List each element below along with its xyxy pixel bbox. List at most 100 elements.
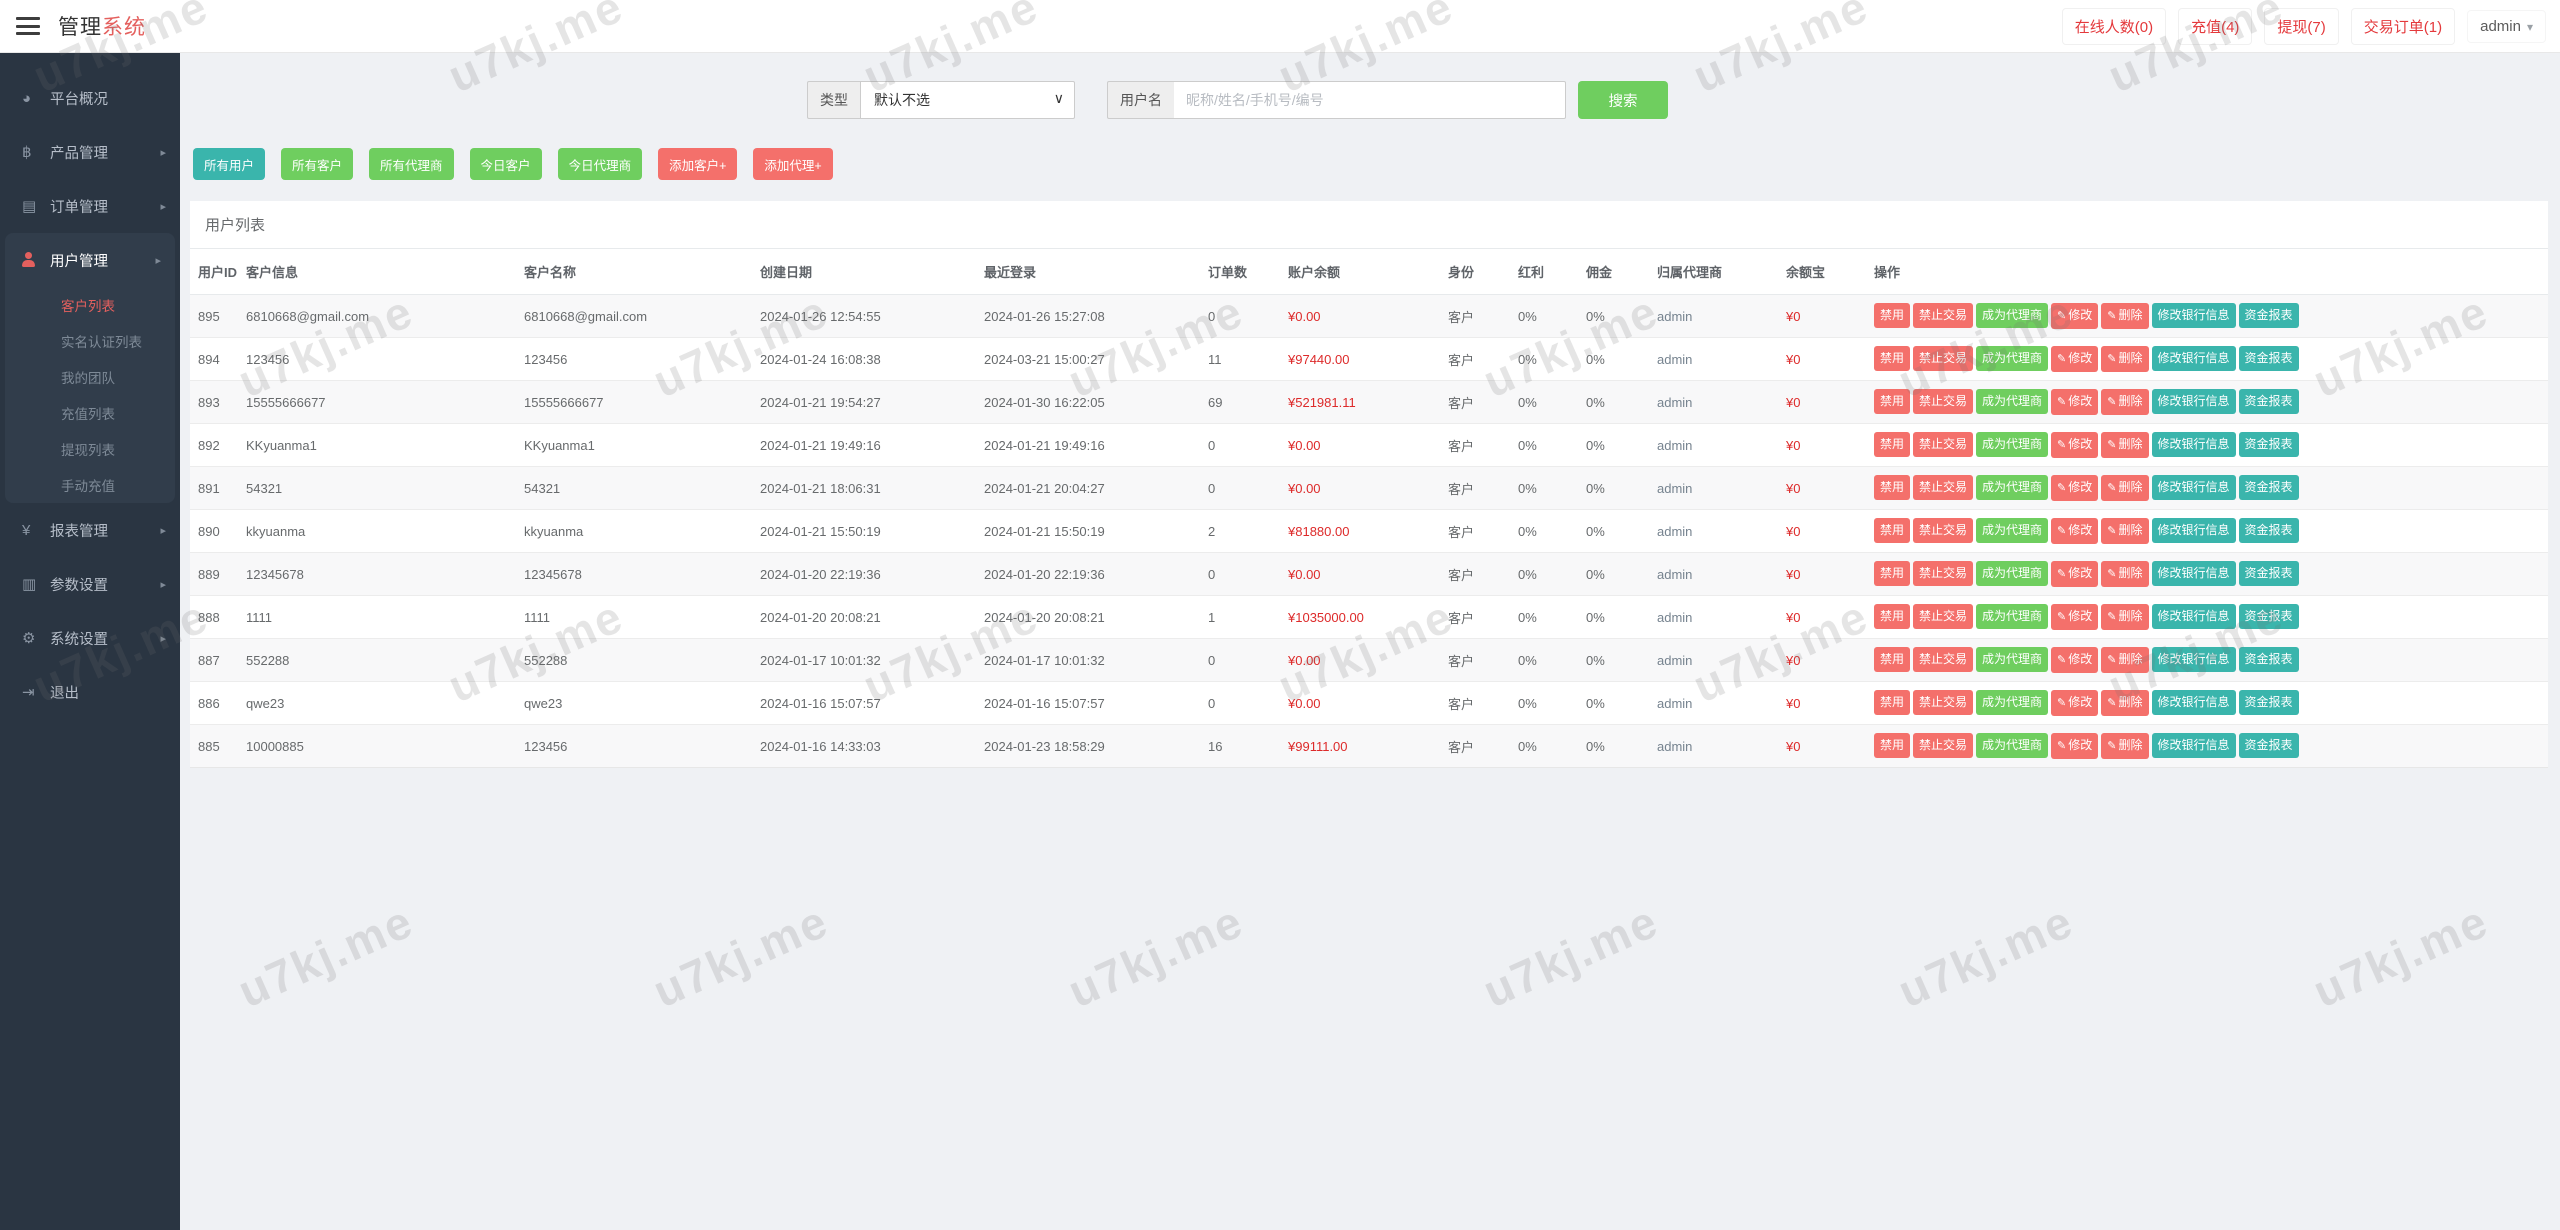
row-action-禁止交易[interactable]: 禁止交易 (1913, 432, 1973, 457)
row-action-资金报表[interactable]: 资金报表 (2239, 690, 2299, 715)
row-action-修改[interactable]: ✎修改 (2051, 604, 2098, 630)
topbar-link-3[interactable]: 交易订单(1) (2351, 8, 2455, 45)
quick-button-4[interactable]: 今日代理商 (558, 148, 643, 180)
row-action-修改银行信息[interactable]: 修改银行信息 (2152, 475, 2236, 500)
quick-button-2[interactable]: 所有代理商 (369, 148, 454, 180)
row-action-禁用[interactable]: 禁用 (1874, 733, 1910, 758)
row-action-删除[interactable]: ✎删除 (2101, 432, 2148, 458)
user-menu[interactable]: admin▾ (2467, 10, 2546, 43)
row-action-资金报表[interactable]: 资金报表 (2239, 389, 2299, 414)
row-action-成为代理商[interactable]: 成为代理商 (1976, 475, 2048, 500)
row-action-修改[interactable]: ✎修改 (2051, 690, 2098, 716)
sidebar-item-param-settings[interactable]: ▥参数设置▸ (0, 557, 180, 611)
row-action-禁用[interactable]: 禁用 (1874, 346, 1910, 371)
type-select[interactable]: 默认不选 (860, 81, 1075, 119)
row-action-资金报表[interactable]: 资金报表 (2239, 647, 2299, 672)
sidebar-item-system-settings[interactable]: ⚙系统设置▸ (0, 611, 180, 665)
topbar-link-1[interactable]: 充值(4) (2178, 8, 2252, 45)
sidebar-item-user-manage[interactable]: 用户管理▸ (5, 233, 175, 287)
row-action-删除[interactable]: ✎删除 (2101, 733, 2148, 759)
row-action-禁用[interactable]: 禁用 (1874, 690, 1910, 715)
row-action-禁止交易[interactable]: 禁止交易 (1913, 518, 1973, 543)
sidebar-item-logout[interactable]: ⇥退出 (0, 665, 180, 719)
quick-button-3[interactable]: 今日客户 (470, 148, 542, 180)
row-action-修改银行信息[interactable]: 修改银行信息 (2152, 389, 2236, 414)
row-action-禁用[interactable]: 禁用 (1874, 561, 1910, 586)
row-action-成为代理商[interactable]: 成为代理商 (1976, 647, 2048, 672)
row-action-资金报表[interactable]: 资金报表 (2239, 604, 2299, 629)
row-action-成为代理商[interactable]: 成为代理商 (1976, 432, 2048, 457)
row-action-删除[interactable]: ✎删除 (2101, 303, 2148, 329)
sidebar-item-report-manage[interactable]: ¥报表管理▸ (0, 503, 180, 557)
username-input[interactable] (1174, 81, 1566, 119)
row-action-删除[interactable]: ✎删除 (2101, 389, 2148, 415)
row-action-删除[interactable]: ✎删除 (2101, 518, 2148, 544)
row-action-删除[interactable]: ✎删除 (2101, 690, 2148, 716)
row-action-禁用[interactable]: 禁用 (1874, 389, 1910, 414)
row-action-删除[interactable]: ✎删除 (2101, 561, 2148, 587)
sidebar-subitem[interactable]: 实名认证列表 (5, 323, 175, 359)
row-action-资金报表[interactable]: 资金报表 (2239, 733, 2299, 758)
row-action-成为代理商[interactable]: 成为代理商 (1976, 733, 2048, 758)
row-action-修改[interactable]: ✎修改 (2051, 432, 2098, 458)
sidebar-item-platform-overview[interactable]: ◕平台概况 (0, 71, 180, 125)
row-action-修改银行信息[interactable]: 修改银行信息 (2152, 561, 2236, 586)
sidebar-subitem[interactable]: 我的团队 (5, 359, 175, 395)
row-action-禁止交易[interactable]: 禁止交易 (1913, 647, 1973, 672)
topbar-link-2[interactable]: 提现(7) (2264, 8, 2338, 45)
row-action-修改[interactable]: ✎修改 (2051, 346, 2098, 372)
sidebar-subitem[interactable]: 提现列表 (5, 431, 175, 467)
row-action-删除[interactable]: ✎删除 (2101, 346, 2148, 372)
row-action-禁止交易[interactable]: 禁止交易 (1913, 561, 1973, 586)
row-action-禁止交易[interactable]: 禁止交易 (1913, 604, 1973, 629)
row-action-成为代理商[interactable]: 成为代理商 (1976, 518, 2048, 543)
row-action-修改[interactable]: ✎修改 (2051, 561, 2098, 587)
row-action-禁用[interactable]: 禁用 (1874, 518, 1910, 543)
row-action-成为代理商[interactable]: 成为代理商 (1976, 604, 2048, 629)
row-action-修改[interactable]: ✎修改 (2051, 518, 2098, 544)
quick-button-5[interactable]: 添加客户+ (658, 148, 737, 180)
row-action-修改银行信息[interactable]: 修改银行信息 (2152, 690, 2236, 715)
row-action-删除[interactable]: ✎删除 (2101, 604, 2148, 630)
quick-button-6[interactable]: 添加代理+ (753, 148, 832, 180)
sidebar-subitem[interactable]: 客户列表 (5, 287, 175, 323)
row-action-禁用[interactable]: 禁用 (1874, 647, 1910, 672)
row-action-成为代理商[interactable]: 成为代理商 (1976, 690, 2048, 715)
row-action-修改[interactable]: ✎修改 (2051, 475, 2098, 501)
row-action-禁止交易[interactable]: 禁止交易 (1913, 303, 1973, 328)
row-action-禁止交易[interactable]: 禁止交易 (1913, 690, 1973, 715)
row-action-成为代理商[interactable]: 成为代理商 (1976, 561, 2048, 586)
row-action-资金报表[interactable]: 资金报表 (2239, 432, 2299, 457)
row-action-修改银行信息[interactable]: 修改银行信息 (2152, 518, 2236, 543)
search-button[interactable]: 搜索 (1578, 81, 1668, 119)
sidebar-subitem[interactable]: 手动充值 (5, 467, 175, 503)
row-action-修改[interactable]: ✎修改 (2051, 647, 2098, 673)
row-action-成为代理商[interactable]: 成为代理商 (1976, 346, 2048, 371)
sidebar-item-order-manage[interactable]: ▤订单管理▸ (0, 179, 180, 233)
menu-toggle-icon[interactable] (16, 17, 40, 35)
row-action-资金报表[interactable]: 资金报表 (2239, 346, 2299, 371)
row-action-资金报表[interactable]: 资金报表 (2239, 475, 2299, 500)
row-action-禁止交易[interactable]: 禁止交易 (1913, 389, 1973, 414)
row-action-修改银行信息[interactable]: 修改银行信息 (2152, 604, 2236, 629)
row-action-修改[interactable]: ✎修改 (2051, 733, 2098, 759)
sidebar-subitem[interactable]: 充值列表 (5, 395, 175, 431)
row-action-资金报表[interactable]: 资金报表 (2239, 303, 2299, 328)
row-action-成为代理商[interactable]: 成为代理商 (1976, 389, 2048, 414)
row-action-成为代理商[interactable]: 成为代理商 (1976, 303, 2048, 328)
row-action-禁用[interactable]: 禁用 (1874, 604, 1910, 629)
row-action-删除[interactable]: ✎删除 (2101, 647, 2148, 673)
row-action-修改银行信息[interactable]: 修改银行信息 (2152, 432, 2236, 457)
row-action-删除[interactable]: ✎删除 (2101, 475, 2148, 501)
row-action-禁用[interactable]: 禁用 (1874, 303, 1910, 328)
row-action-资金报表[interactable]: 资金报表 (2239, 561, 2299, 586)
row-action-修改银行信息[interactable]: 修改银行信息 (2152, 733, 2236, 758)
row-action-修改[interactable]: ✎修改 (2051, 303, 2098, 329)
row-action-修改银行信息[interactable]: 修改银行信息 (2152, 303, 2236, 328)
row-action-禁用[interactable]: 禁用 (1874, 475, 1910, 500)
quick-button-1[interactable]: 所有客户 (281, 148, 353, 180)
row-action-资金报表[interactable]: 资金报表 (2239, 518, 2299, 543)
row-action-修改银行信息[interactable]: 修改银行信息 (2152, 346, 2236, 371)
row-action-修改银行信息[interactable]: 修改银行信息 (2152, 647, 2236, 672)
row-action-修改[interactable]: ✎修改 (2051, 389, 2098, 415)
